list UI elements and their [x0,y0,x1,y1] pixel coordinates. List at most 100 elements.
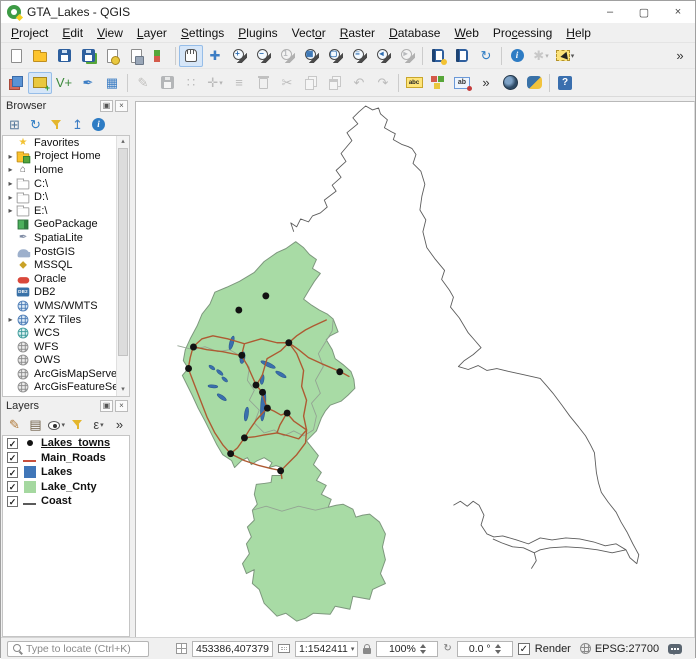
browser-item-arcgismapserver[interactable]: ArcGisMapServer [3,367,129,381]
rotation-box[interactable]: 0.0 ° [457,641,513,657]
browser-item-wfs[interactable]: WFS [3,340,129,354]
layers-panel-overflow[interactable]: » [110,416,129,434]
style-manager[interactable] [148,45,172,67]
browser-close-button[interactable]: × [115,100,128,112]
menu-item-processing[interactable]: Processing [486,24,559,42]
browser-item-postgis[interactable]: PostGIS [3,245,129,259]
new-geopackage-layer[interactable] [28,72,52,94]
scale-box[interactable]: 1:1542411 ▾ [295,641,358,657]
label-pin-unpin[interactable] [450,72,474,94]
layer-checkbox[interactable]: ✓ [7,452,18,463]
menu-item-database[interactable]: Database [382,24,447,42]
open-layer-styling-panel[interactable]: ✎ [5,416,24,434]
modify-attributes[interactable]: ≡ [227,72,251,94]
copy-features[interactable] [299,72,323,94]
menu-item-settings[interactable]: Settings [174,24,231,42]
layer-checkbox[interactable]: ✓ [7,481,18,492]
identify-features[interactable] [505,45,529,67]
open-project[interactable] [28,45,52,67]
layer-item-lake-cnty[interactable]: ✓Lake_Cnty [3,480,129,495]
open-data-source-manager[interactable] [4,72,28,94]
new-spatial-bookmark[interactable] [426,45,450,67]
maximize-button[interactable]: ▢ [627,1,661,23]
menu-item-vector[interactable]: Vector [285,24,333,42]
run-feature-action-dropdown-icon[interactable]: ▾ [545,52,549,60]
menu-item-web[interactable]: Web [447,24,485,42]
expand-icon[interactable]: ▸ [6,193,15,202]
toggle-editing[interactable]: ✎ [131,72,155,94]
layer-checkbox[interactable]: ✓ [7,438,18,449]
browser-item-ows[interactable]: OWS [3,354,129,368]
refresh-map[interactable]: ↻ [474,45,498,67]
layer-styling-options[interactable] [426,72,450,94]
collapse-all[interactable]: ↥ [68,116,87,134]
magnifier-box[interactable]: 100% [376,641,438,657]
expand-icon[interactable]: ▸ [6,179,15,188]
scrollbar-thumb[interactable] [118,148,128,356]
browser-item-wcs[interactable]: WCS [3,326,129,340]
menu-item-raster[interactable]: Raster [333,24,382,42]
python-console[interactable] [522,72,546,94]
select-features[interactable]: ▾ [553,45,577,67]
layer-item-main-roads[interactable]: ✓Main_Roads [3,451,129,466]
menu-item-edit[interactable]: Edit [55,24,90,42]
layers-close-button[interactable]: × [115,400,128,412]
manage-map-themes[interactable]: ▾ [47,416,66,434]
zoom-to-layer[interactable] [347,45,371,67]
browser-item-e[interactable]: ▸E:\ [3,204,129,218]
browser-item-mssql[interactable]: ◆MSSQL [3,258,129,272]
run-feature-action[interactable]: ✱▾ [529,45,553,67]
help-contents[interactable] [553,72,577,94]
menu-item-view[interactable]: View [90,24,130,42]
layer-checkbox[interactable]: ✓ [7,496,18,507]
expand-icon[interactable]: ▸ [6,315,15,324]
layer-labeling-options[interactable] [402,72,426,94]
save-project[interactable] [52,45,76,67]
pan-map-to-selection[interactable]: ✚ [203,45,227,67]
browser-item-wms-wmts[interactable]: WMS/WMTS [3,299,129,313]
browser-item-d[interactable]: ▸D:\ [3,190,129,204]
layer-checkbox[interactable]: ✓ [7,467,18,478]
expand-icon[interactable]: ▸ [6,165,15,174]
lock-scale-icon[interactable] [363,648,371,654]
toolbar2-overflow[interactable]: » [474,72,498,94]
scale-dropdown-icon[interactable]: ▾ [351,645,355,653]
locator-box[interactable] [7,641,149,657]
add-group[interactable]: ▤ [26,416,45,434]
layer-item-lakes[interactable]: ✓Lakes [3,465,129,480]
zoom-in[interactable] [227,45,251,67]
manage-map-themes-dropdown-icon[interactable]: ▾ [61,421,65,429]
expand-icon[interactable]: ▸ [6,206,15,215]
close-button[interactable]: × [661,1,695,23]
zoom-full[interactable] [299,45,323,67]
coordinate-icon[interactable] [176,643,187,654]
layers-float-button[interactable]: ▣ [100,400,113,412]
browser-item-geopackage[interactable]: GeoPackage [3,218,129,232]
pan-map[interactable] [179,45,203,67]
browser-item-xyz-tiles[interactable]: ▸XYZ Tiles [3,313,129,327]
browser-item-spatialite[interactable]: ✒SpatiaLite [3,231,129,245]
scroll-down-icon[interactable]: ▾ [117,384,129,396]
filter-legend[interactable] [68,416,87,434]
browser-item-db2[interactable]: DB2 [3,286,129,300]
browser-item-project-home[interactable]: ▸Project Home [3,150,129,164]
expand-icon[interactable]: ▸ [6,152,15,161]
save-layer-edits[interactable] [155,72,179,94]
vertex-tool-dropdown-icon[interactable]: ▾ [219,79,223,87]
cut-features[interactable]: ✂ [275,72,299,94]
zoom-native[interactable] [275,45,299,67]
browser-item-arcgisfeatureserver[interactable]: ArcGisFeatureServer [3,381,129,395]
redo[interactable]: ↷ [371,72,395,94]
browser-properties[interactable] [89,116,108,134]
map-canvas[interactable] [135,101,695,637]
crs-status[interactable]: EPSG:27700 [580,643,659,655]
zoom-last[interactable] [371,45,395,67]
new-print-layout[interactable] [100,45,124,67]
new-spatialite-layer[interactable]: ✒ [76,72,100,94]
new-virtual-layer[interactable]: ▦ [100,72,124,94]
toolbar1-overflow[interactable]: » [668,45,692,67]
messages-icon[interactable] [668,644,682,654]
zoom-to-selection[interactable] [323,45,347,67]
browser-item-home[interactable]: ▸⌂Home [3,163,129,177]
add-feature[interactable]: ∷ [179,72,203,94]
